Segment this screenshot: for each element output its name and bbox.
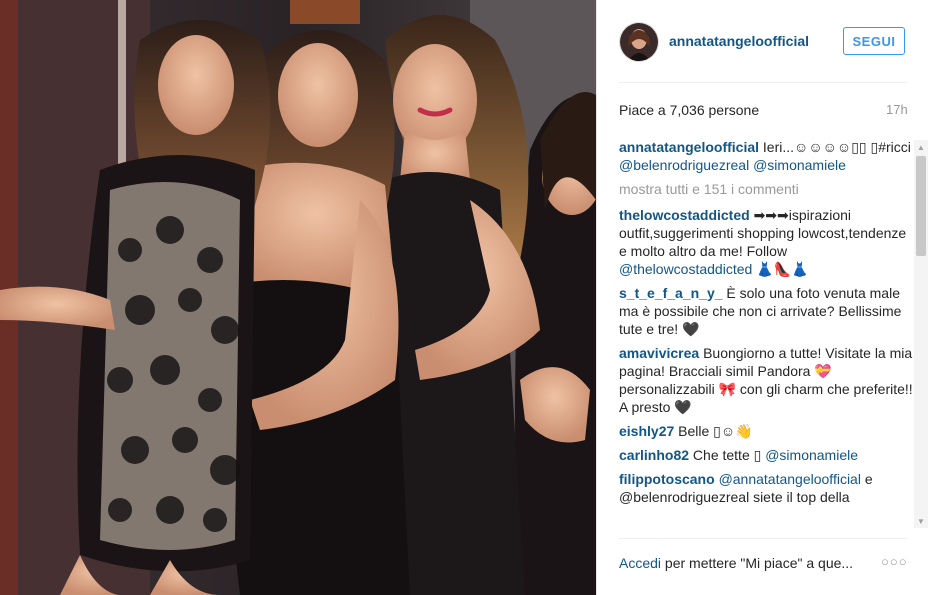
comment-mention[interactable]: @thelowcostaddicted	[619, 261, 752, 277]
comment-username[interactable]: s_t_e_f_a_n_y_	[619, 285, 723, 301]
caption-mention[interactable]: @simonamiele	[753, 157, 846, 173]
caption-text: Ieri...☺☺☺☺▯▯ ▯#ricci	[762, 139, 911, 155]
comment-username[interactable]: carlinho82	[619, 447, 689, 463]
caption: annatatangeloofficial Ieri...☺☺☺☺▯▯ ▯#ri…	[619, 138, 915, 174]
login-link[interactable]: Accedi	[619, 555, 661, 571]
footer-divider	[619, 538, 907, 539]
more-options-icon[interactable]: ○○○	[881, 554, 908, 569]
follow-button[interactable]: SEGUI	[843, 27, 905, 55]
post-time[interactable]: 17h	[886, 102, 908, 117]
comment-text-tail: 👗👠👗	[752, 261, 809, 277]
post-header: annatatangeloofficial SEGUI	[597, 0, 931, 82]
comment-username[interactable]: thelowcostaddicted	[619, 207, 750, 223]
comments-scrollbar[interactable]: ▲ ▼	[914, 140, 928, 528]
post-photo[interactable]	[0, 0, 596, 595]
comment-item: eishly27 Belle ▯☺👋	[619, 422, 915, 440]
comments-list[interactable]: annatatangeloofficial Ieri...☺☺☺☺▯▯ ▯#ri…	[619, 138, 915, 528]
login-prompt-text: per mettere "Mi piace" a que...	[661, 555, 854, 571]
comment-username[interactable]: filippotoscano	[619, 471, 715, 487]
post-details-panel: annatatangeloofficial SEGUI Piace a 7,03…	[596, 0, 931, 595]
profile-avatar[interactable]	[619, 22, 659, 62]
header-divider	[619, 82, 907, 83]
view-all-comments-link[interactable]: mostra tutti e 151 i commenti	[619, 180, 915, 198]
comment-username[interactable]: eishly27	[619, 423, 674, 439]
comment-username[interactable]: amavivicrea	[619, 345, 699, 361]
comment-mention[interactable]: @annatatangeloofficial	[719, 471, 861, 487]
login-prompt: Accedi per mettere "Mi piace" a que...	[619, 555, 853, 571]
username-link[interactable]: annatatangeloofficial	[669, 33, 809, 49]
caption-username[interactable]: annatatangeloofficial	[619, 139, 759, 155]
comment-item: carlinho82 Che tette ▯ @simonamiele	[619, 446, 915, 464]
comment-item: thelowcostaddicted ➡➡➡ispirazioni outfit…	[619, 206, 915, 278]
comment-text: Belle ▯☺👋	[678, 423, 753, 439]
scrollbar-thumb[interactable]	[916, 156, 926, 256]
arrow-up-icon[interactable]: ▲	[914, 140, 928, 154]
comment-item: filippotoscano @annatatangeloofficial e …	[619, 470, 915, 506]
comment-item: s_t_e_f_a_n_y_ È solo una foto venuta ma…	[619, 284, 915, 338]
comment-text: Che tette ▯	[692, 447, 766, 463]
caption-mention[interactable]: @belenrodriguezreal	[619, 157, 749, 173]
party-photo-illustration	[0, 0, 596, 595]
likes-count[interactable]: Piace a 7,036 persone	[619, 102, 759, 118]
arrow-down-icon[interactable]: ▼	[914, 514, 928, 528]
comment-item: amavivicrea Buongiorno a tutte! Visitate…	[619, 344, 915, 416]
comment-mention[interactable]: @simonamiele	[765, 447, 858, 463]
